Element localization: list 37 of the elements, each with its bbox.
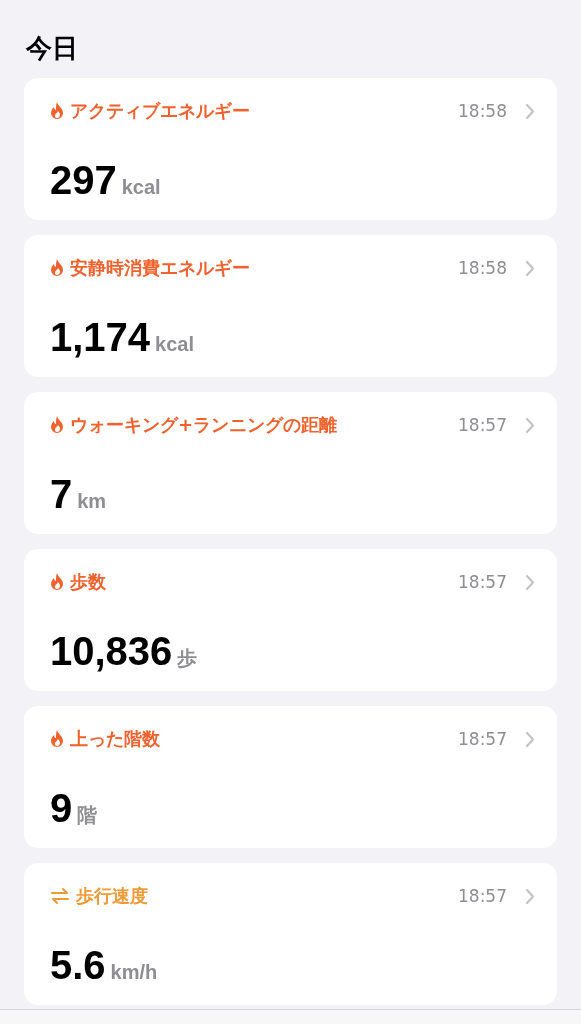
metric-card[interactable]: 歩行速度 18:57 5.6 km/h (24, 863, 557, 1005)
metric-title: 歩数 (70, 570, 107, 594)
metric-card[interactable]: ウォーキング+ランニングの距離 18:57 7 km (24, 392, 557, 534)
metric-value: 5.6 (50, 943, 106, 987)
chevron-icon (525, 573, 535, 591)
metric-value: 297 (50, 158, 117, 202)
unit-label: km (77, 490, 107, 513)
unit-label: 歩 (177, 646, 198, 671)
time-label: 18:58 (458, 101, 507, 121)
chevron-icon (525, 259, 535, 277)
metric-card[interactable]: 歩数 18:57 10,836 歩 (24, 549, 557, 691)
chevron-icon (525, 416, 535, 434)
unit-label: 階 (77, 803, 98, 828)
unit-label: kcal (121, 176, 161, 199)
metric-card[interactable]: 上った階数 18:57 9 階 (24, 706, 557, 848)
metric-card[interactable]: 安静時消費エネルギー 18:58 1,174 kcal (24, 235, 557, 377)
metric-title: アクティブエネルギー (70, 99, 251, 123)
metric-title: ウォーキング+ランニングの距離 (70, 413, 339, 437)
time-label: 18:57 (458, 729, 507, 749)
time-label: 18:57 (458, 886, 507, 906)
metric-value: 7 (50, 472, 73, 516)
metric-title: 安静時消費エネルギー (70, 256, 251, 280)
unit-label: km/h (110, 961, 158, 984)
metric-value: 9 (50, 786, 73, 830)
time-label: 18:57 (458, 572, 507, 592)
metric-title: 上った階数 (70, 727, 161, 751)
metric-card[interactable]: アクティブエネルギー 18:58 297 kcal (24, 78, 557, 220)
section-title: 今日 (26, 32, 79, 65)
metric-value: 1,174 (50, 315, 151, 359)
metric-value: 10,836 (50, 629, 173, 673)
chevron-icon (525, 102, 535, 120)
metric-title: 歩行速度 (76, 884, 149, 908)
chevron-icon (525, 730, 535, 748)
unit-label: kcal (155, 333, 195, 356)
time-label: 18:57 (458, 415, 507, 435)
chevron-icon (525, 887, 535, 905)
time-label: 18:58 (458, 258, 507, 278)
